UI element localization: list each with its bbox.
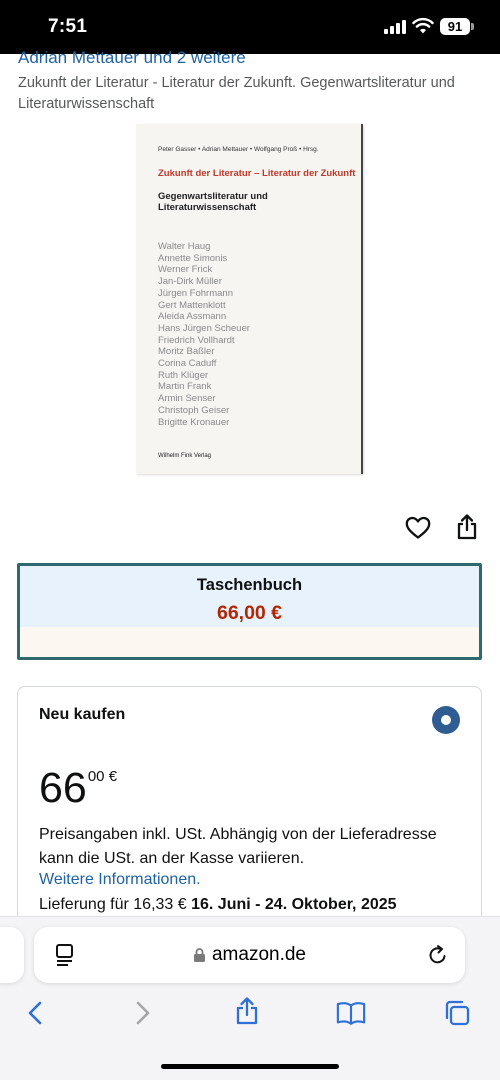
buy-price: 6600 € [39, 764, 117, 812]
tabs-icon[interactable] [442, 998, 472, 1028]
back-icon[interactable] [20, 998, 50, 1028]
format-label: Taschenbuch [196, 576, 303, 594]
cover-contributor: Aleida Assmann [158, 311, 227, 323]
cover-contributor: Moritz Baßler [158, 346, 215, 358]
delivery-info: Lieferung für 16,33 € 16. Juni - 24. Okt… [39, 896, 397, 914]
cover-contributor: Ruth Klüger [158, 369, 209, 381]
cover-contributor: Martin Frank [158, 381, 212, 393]
cover-subtitle: Gegenwartsliteratur und Literaturwissens… [158, 191, 268, 213]
share-icon[interactable] [452, 511, 482, 541]
product-image[interactable]: Peter Gasser • Adrian Mettauer • Wolfgan… [136, 124, 363, 474]
format-price: 66,00 € [216, 602, 283, 624]
bookmarks-icon[interactable] [336, 998, 366, 1028]
browser-toolbar: amazon.de [0, 916, 500, 1080]
author-link[interactable]: Adrian Mettauer und 2 weitere [18, 48, 246, 68]
cover-contributor: Jürgen Fohrmann [158, 287, 233, 299]
url-display: amazon.de [34, 927, 465, 983]
home-indicator [161, 1064, 339, 1069]
cover-contributor: Jan-Dirk Müller [158, 276, 222, 288]
share-icon[interactable] [232, 996, 262, 1026]
cover-contributor: Brigitte Kronauer [158, 416, 230, 428]
previous-tab-preview[interactable] [0, 927, 24, 983]
price-whole: 66 [39, 764, 87, 812]
status-bar: 7:51 91 [0, 0, 500, 54]
forward-icon[interactable] [128, 998, 158, 1028]
url-text: amazon.de [211, 944, 306, 965]
heart-icon[interactable] [403, 513, 433, 543]
format-option-taschenbuch[interactable]: Taschenbuch 66,00 € [17, 563, 482, 660]
price-note: Preisangaben inkl. USt. Abhängig von der… [39, 826, 437, 867]
battery-icon: 91 [440, 18, 470, 35]
cover-contributor: Werner Frick [158, 264, 213, 276]
cover-publisher: Wilhelm Fink Verlag [158, 453, 212, 459]
cover-contributor: Annette Simonis [158, 252, 228, 264]
cover-contributor: Armin Senser [158, 393, 216, 405]
cover-title: Zukunft der Literatur – Literatur der Zu… [158, 168, 356, 179]
address-bar[interactable]: amazon.de [34, 927, 465, 983]
delivery-dates: 16. Juni - 24. Oktober, 2025 [191, 896, 397, 913]
radio-selected-icon[interactable] [432, 706, 460, 734]
wifi-icon [412, 17, 434, 34]
cover-contributors: Walter Haug Annette Simonis Werner Frick… [158, 241, 358, 428]
product-title: Zukunft der Literatur - Literatur der Zu… [18, 75, 455, 112]
reload-icon[interactable] [423, 940, 453, 970]
cover-contributor: Christoph Geiser [158, 404, 230, 416]
signal-icon [384, 20, 406, 34]
cover-contributor: Walter Haug [158, 241, 211, 252]
more-info-link[interactable]: Weitere Informationen. [39, 871, 201, 889]
price-fraction: 00 € [87, 768, 118, 785]
cover-editors: Peter Gasser • Adrian Mettauer • Wolfgan… [158, 146, 319, 153]
cover-contributor: Corina Caduff [158, 358, 217, 370]
buy-new-title: Neu kaufen [39, 706, 126, 723]
buy-box: Neu kaufen 6600 € Preisangaben inkl. USt… [17, 686, 482, 946]
delivery-prefix: Lieferung für 16,33 € [39, 896, 192, 913]
cover-contributor: Hans Jürgen Scheuer [158, 322, 250, 334]
status-time: 7:51 [48, 16, 88, 37]
cover-contributor: Friedrich Vollhardt [158, 334, 235, 346]
cover-contributor: Gert Mattenklott [158, 299, 226, 311]
lock-icon [193, 948, 205, 962]
battery-tip [471, 23, 474, 30]
